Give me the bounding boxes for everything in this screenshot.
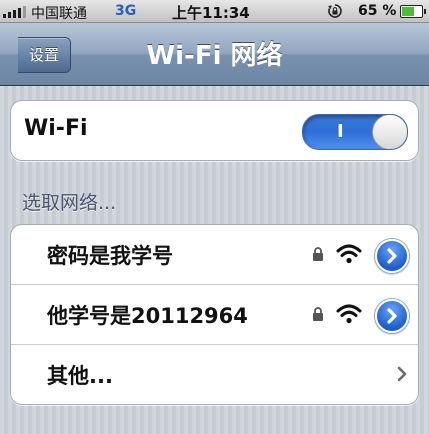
status-bar: 中国联通 3G 上午11:34 65 % [0,0,429,23]
page-title: Wi-Fi 网络 [146,41,283,71]
network-row[interactable]: 密码是我学号 [11,225,418,285]
detail-disclosure-icon[interactable] [375,239,409,273]
toggle-on-label: I [337,121,344,142]
lock-icon [313,307,323,321]
rotation-lock-icon [328,4,342,18]
wifi-toggle[interactable]: I [302,114,408,150]
network-name: 密码是我学号 [47,244,173,268]
network-list: 密码是我学号 他学号是20112964 其他... [10,224,419,405]
network-row[interactable]: 他学号是20112964 [11,285,418,345]
navigation-bar: 设置 Wi-Fi 网络 [0,23,429,86]
carrier-name: 中国联通 [31,6,87,22]
back-button-label: 设置 [28,46,59,64]
network-type: 3G [115,3,137,19]
lock-icon [313,247,323,261]
signal-icon [3,6,27,18]
section-header-choose-network: 选取网络... [22,192,117,214]
wifi-signal-icon [336,244,362,264]
chevron-right-icon [397,366,407,382]
battery-icon [400,5,426,18]
wifi-signal-icon [336,304,362,324]
status-time: 上午11:34 [172,4,250,22]
wifi-label: Wi-Fi [24,116,88,141]
battery-percent: 65 % [358,3,397,19]
detail-disclosure-icon[interactable] [375,299,409,333]
other-network-row[interactable]: 其他... [11,345,418,404]
network-name: 他学号是20112964 [47,304,248,328]
wifi-row: Wi-Fi I [11,101,418,160]
other-network-label: 其他... [47,364,113,388]
toggle-knob[interactable] [372,115,407,149]
wifi-toggle-group: Wi-Fi I [10,100,419,161]
